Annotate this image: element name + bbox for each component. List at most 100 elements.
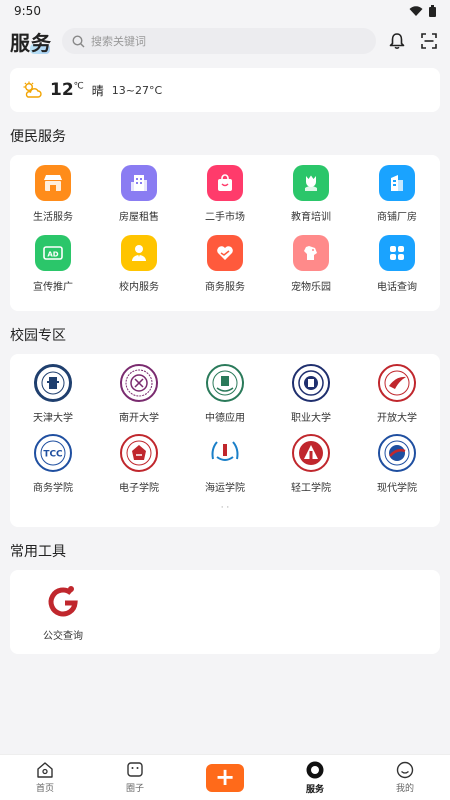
service-item-promotion[interactable]: AD 宣传推广 [10, 235, 96, 305]
partly-cloudy-icon [23, 81, 42, 98]
status-time: 9:50 [14, 4, 41, 18]
temperature-range: 13~27°C [111, 83, 163, 97]
status-bar: 9:50 [0, 0, 450, 22]
nankai-university-logo-icon [120, 364, 158, 402]
weather-condition: 晴 [91, 83, 104, 98]
tab-service[interactable]: 服务 [270, 755, 360, 800]
office-icon [379, 165, 415, 201]
home-icon [37, 762, 53, 778]
campus-card: 天津大学 南开大学 中德应用 职业大学 开放大学 TCC 商务学院 电子学院 海… [10, 354, 440, 527]
battery-icon [429, 5, 436, 17]
open-university-logo-icon [378, 364, 416, 402]
service-item-phone[interactable]: 电话查询 [354, 235, 440, 305]
service-item-campus[interactable]: 校内服务 [96, 235, 182, 305]
building-icon [121, 165, 157, 201]
wifi-icon [409, 5, 423, 16]
plus-icon: + [206, 763, 244, 792]
bus-query-icon [44, 582, 82, 620]
campus-label: 职业大学 [291, 413, 331, 424]
tulip-icon [293, 165, 329, 201]
sino-german-logo-icon [206, 364, 244, 402]
service-item-secondhand[interactable]: 二手市场 [182, 165, 268, 235]
service-item-education[interactable]: 教育培训 [268, 165, 354, 235]
heart-handshake-icon [207, 235, 243, 271]
section-title-campus: 校园专区 [10, 328, 66, 344]
shop-icon [35, 165, 71, 201]
campus-item-business[interactable]: TCC 商务学院 [10, 434, 96, 504]
business-college-logo-icon: TCC [34, 434, 72, 472]
temperature-unit: ℃ [73, 81, 84, 92]
temperature: 12℃ [50, 80, 84, 100]
svg-text:AD: AD [47, 251, 58, 259]
campus-item-sinogerman[interactable]: 中德应用 [182, 364, 268, 434]
tianjin-university-logo-icon [34, 364, 72, 402]
campus-label: 轻工学院 [291, 483, 331, 494]
service-label: 商务服务 [205, 282, 245, 293]
service-icon [306, 761, 324, 779]
tab-publish[interactable]: + [180, 755, 270, 800]
campus-item-nankai[interactable]: 南开大学 [96, 364, 182, 434]
tools-card: 公交查询 [10, 570, 440, 654]
page-title: 服务 [10, 27, 52, 56]
electronics-college-logo-icon [120, 434, 158, 472]
service-label: 教育培训 [291, 212, 331, 223]
campus-label: 中德应用 [205, 413, 245, 424]
service-label: 生活服务 [33, 212, 73, 223]
scan-icon[interactable] [418, 30, 440, 52]
maritime-college-logo-icon [206, 434, 244, 472]
bottom-tab-bar: 首页 圈子 + 服务 我的 [0, 754, 450, 800]
campus-item-lightindustry[interactable]: 轻工学院 [268, 434, 354, 504]
campus-label: 海运学院 [205, 483, 245, 494]
pager-dots: · · [220, 503, 230, 513]
campus-item-open[interactable]: 开放大学 [354, 364, 440, 434]
person-icon [121, 235, 157, 271]
search-input[interactable]: 搜索关键词 [62, 28, 376, 54]
apps-grid-icon [379, 235, 415, 271]
section-title-tools: 常用工具 [10, 544, 66, 560]
service-label: 二手市场 [205, 212, 245, 223]
service-item-pets[interactable]: 宠物乐园 [268, 235, 354, 305]
modern-college-logo-icon [378, 434, 416, 472]
campus-item-electronics[interactable]: 电子学院 [96, 434, 182, 504]
shopping-bag-icon [207, 165, 243, 201]
campus-label: 南开大学 [119, 413, 159, 424]
campus-item-tju[interactable]: 天津大学 [10, 364, 96, 434]
tab-label: 首页 [35, 784, 54, 794]
service-item-business[interactable]: 商务服务 [182, 235, 268, 305]
service-label: 电话查询 [377, 282, 417, 293]
campus-item-modern[interactable]: 现代学院 [354, 434, 440, 504]
search-icon [72, 34, 85, 47]
smile-icon [396, 761, 414, 779]
campus-item-vocational[interactable]: 职业大学 [268, 364, 354, 434]
light-industry-college-logo-icon [292, 434, 330, 472]
campus-grid: 天津大学 南开大学 中德应用 职业大学 开放大学 TCC 商务学院 电子学院 海… [10, 354, 440, 504]
campus-label: 电子学院 [119, 483, 159, 494]
campus-label: 开放大学 [377, 413, 417, 424]
campus-item-maritime[interactable]: 海运学院 [182, 434, 268, 504]
tab-home[interactable]: 首页 [0, 755, 90, 800]
service-label: 宠物乐园 [291, 282, 331, 293]
temperature-value: 12 [50, 80, 74, 100]
weather-card[interactable]: 12℃ 晴 13~27°C [10, 68, 440, 112]
tab-label: 圈子 [125, 784, 144, 794]
circle-chat-icon [127, 762, 143, 777]
ad-icon: AD [35, 235, 71, 271]
search-placeholder: 搜索关键词 [91, 35, 146, 48]
section-title-services: 便民服务 [10, 129, 66, 145]
campus-label: 商务学院 [33, 483, 73, 494]
tab-circle[interactable]: 圈子 [90, 755, 180, 800]
tab-mine[interactable]: 我的 [360, 755, 450, 800]
service-label: 房屋租售 [119, 212, 159, 223]
service-item-life[interactable]: 生活服务 [10, 165, 96, 235]
service-item-housing[interactable]: 房屋租售 [96, 165, 182, 235]
tab-label: 服务 [305, 785, 324, 795]
dog-icon [293, 235, 329, 271]
notification-bell-icon[interactable] [386, 30, 408, 52]
service-item-shops[interactable]: 商铺厂房 [354, 165, 440, 235]
header: 服务 搜索关键词 [0, 22, 450, 60]
tool-item-bus[interactable]: 公交查询 [10, 582, 116, 654]
status-icons [409, 5, 436, 17]
tab-label: 我的 [395, 784, 414, 794]
service-label: 宣传推广 [33, 282, 73, 293]
service-label: 商铺厂房 [377, 212, 417, 223]
